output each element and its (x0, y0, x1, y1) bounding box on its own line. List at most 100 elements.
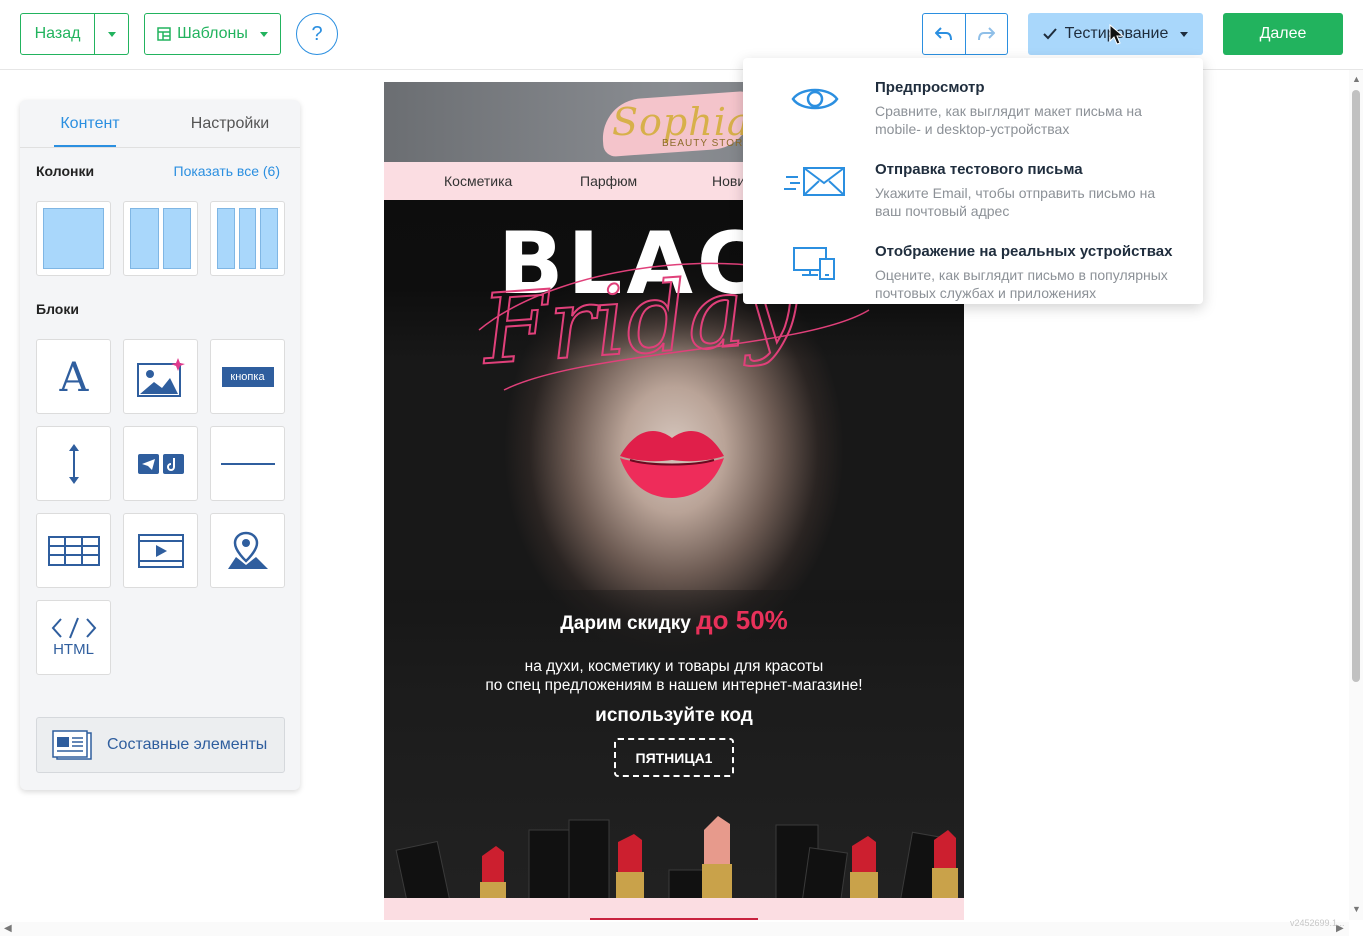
menu-item-title: Отправка тестового письма (875, 161, 1083, 178)
column-shape (238, 208, 257, 269)
text-icon: A (58, 357, 89, 397)
templates-button[interactable]: Шаблоны (144, 13, 281, 55)
back-button[interactable]: Назад (21, 14, 95, 54)
chevron-down-icon (259, 31, 268, 37)
next-button-label: Далее (1259, 25, 1307, 42)
use-code-text: используйте код (595, 705, 753, 726)
video-icon (137, 533, 184, 568)
image-block-tile[interactable] (123, 339, 198, 414)
menu-item-description: Оцените, как выглядит письмо в популярны… (875, 267, 1168, 301)
menu-item-description: Укажите Email, чтобы отправить письмо на… (875, 185, 1156, 219)
lips-graphic (620, 431, 724, 498)
promo-accent: до 50% (696, 605, 788, 635)
column-shape (217, 208, 235, 269)
logo-subtitle: BEAUTY STORE (662, 138, 751, 149)
compound-elements-label: Составные элементы (107, 736, 268, 753)
chevron-down-icon (1180, 31, 1189, 37)
promo-headline: Дарим скидку до 50% (384, 605, 964, 636)
footer-button-edge[interactable] (590, 918, 758, 920)
show-all-link[interactable]: Показать все (6) (174, 163, 280, 179)
compound-elements-icon (52, 730, 92, 760)
promo-code: ПЯТНИЦА1 (614, 738, 734, 777)
email-menu-item[interactable]: Нови (712, 173, 745, 189)
column-1-tile[interactable] (36, 201, 111, 276)
next-button[interactable]: Далее (1223, 13, 1343, 55)
template-icon (157, 27, 171, 41)
vertical-scrollbar[interactable]: ▲ ▼ (1349, 70, 1363, 920)
menu-item-test-email[interactable]: Отправка тестового письма Укажите Email,… (743, 148, 1203, 228)
svg-text:A: A (58, 357, 89, 397)
undo-redo-group (922, 13, 1008, 55)
button-block-sample: кнопка (221, 366, 274, 387)
redo-icon (978, 27, 996, 41)
social-icons-icon (137, 453, 184, 474)
spacer-block-tile[interactable] (36, 426, 111, 501)
button-block-tile[interactable]: кнопка (210, 339, 285, 414)
vertical-arrows-icon (68, 443, 79, 484)
column-shape (130, 208, 159, 269)
help-label: ? (311, 22, 323, 45)
redo-button[interactable] (966, 14, 1008, 54)
menu-item-title: Предпросмотр (875, 79, 985, 96)
scroll-up-icon[interactable]: ▲ (1352, 74, 1361, 84)
compound-elements-button[interactable]: Составные элементы (36, 717, 285, 773)
promo-desc-line: на духи, косметику и товары для красоты (524, 658, 824, 675)
content-panel: Контент Настройки Колонки Показать все (… (20, 100, 300, 790)
eye-icon (783, 76, 847, 122)
tab-label: Контент (60, 114, 120, 132)
panel-tabs: Контент Настройки (20, 100, 300, 148)
check-icon (1042, 28, 1057, 40)
undo-button[interactable] (923, 14, 966, 54)
html-block-label: HTML (53, 641, 94, 658)
promo-prefix: Дарим скидку (560, 613, 691, 634)
testing-dropdown-menu: Предпросмотр Сравните, как выглядит маке… (743, 58, 1203, 304)
html-block-tile[interactable]: HTML (36, 600, 111, 675)
email-menu-item[interactable]: Парфюм (580, 173, 637, 189)
code-icon (51, 617, 96, 639)
email-footer[interactable] (384, 898, 964, 920)
scrollbar-thumb[interactable] (1352, 90, 1360, 682)
menu-item-preview[interactable]: Предпросмотр Сравните, как выглядит маке… (743, 66, 1203, 146)
promo-desc-line: по спец предложениям в нашем интернет-ма… (485, 677, 863, 694)
mouse-cursor-icon (1109, 24, 1125, 45)
help-button[interactable]: ? (296, 13, 338, 55)
map-pin-icon (227, 531, 268, 569)
columns-title: Колонки (36, 163, 95, 179)
menu-item-real-devices[interactable]: Отображение на реальных устройствах Оцен… (743, 230, 1203, 310)
divider-block-tile[interactable] (210, 426, 285, 501)
back-dropdown-toggle[interactable] (95, 14, 128, 54)
menu-item-description: Сравните, как выглядит макет письма на m… (875, 103, 1142, 137)
promo-description: на духи, косметику и товары для красоты … (384, 657, 964, 695)
tab-settings[interactable]: Настройки (160, 100, 300, 147)
email-menu-item[interactable]: Косметика (444, 173, 512, 189)
back-button-group: Назад (20, 13, 129, 55)
version-label: v2452699.1... (1290, 918, 1345, 928)
blocks-title: Блоки (36, 301, 79, 317)
scroll-down-icon[interactable]: ▼ (1352, 904, 1361, 914)
button-block-label: кнопка (230, 370, 265, 383)
divider-icon (220, 462, 275, 465)
templates-button-label: Шаблоны (177, 25, 248, 42)
menu-item-title: Отображение на реальных устройствах (875, 243, 1173, 260)
image-icon (136, 357, 185, 397)
column-shape (260, 208, 279, 269)
horizontal-scrollbar[interactable]: ◀ ▶ (0, 922, 1349, 936)
map-block-tile[interactable] (210, 513, 285, 588)
column-2-tile[interactable] (123, 201, 198, 276)
column-shape (162, 208, 191, 269)
video-block-tile[interactable] (123, 513, 198, 588)
table-block-tile[interactable] (36, 513, 111, 588)
back-button-label: Назад (34, 25, 81, 42)
text-block-tile[interactable]: A (36, 339, 111, 414)
devices-icon (783, 240, 847, 286)
tab-content[interactable]: Контент (20, 100, 160, 147)
column-3-tile[interactable] (210, 201, 285, 276)
social-block-tile[interactable] (123, 426, 198, 501)
scroll-left-icon[interactable]: ◀ (4, 923, 12, 934)
envelope-icon (783, 158, 847, 204)
column-shape (43, 208, 104, 269)
tab-label: Настройки (190, 114, 270, 132)
undo-icon (934, 27, 952, 41)
chevron-down-icon (107, 31, 116, 37)
table-icon (47, 535, 100, 566)
